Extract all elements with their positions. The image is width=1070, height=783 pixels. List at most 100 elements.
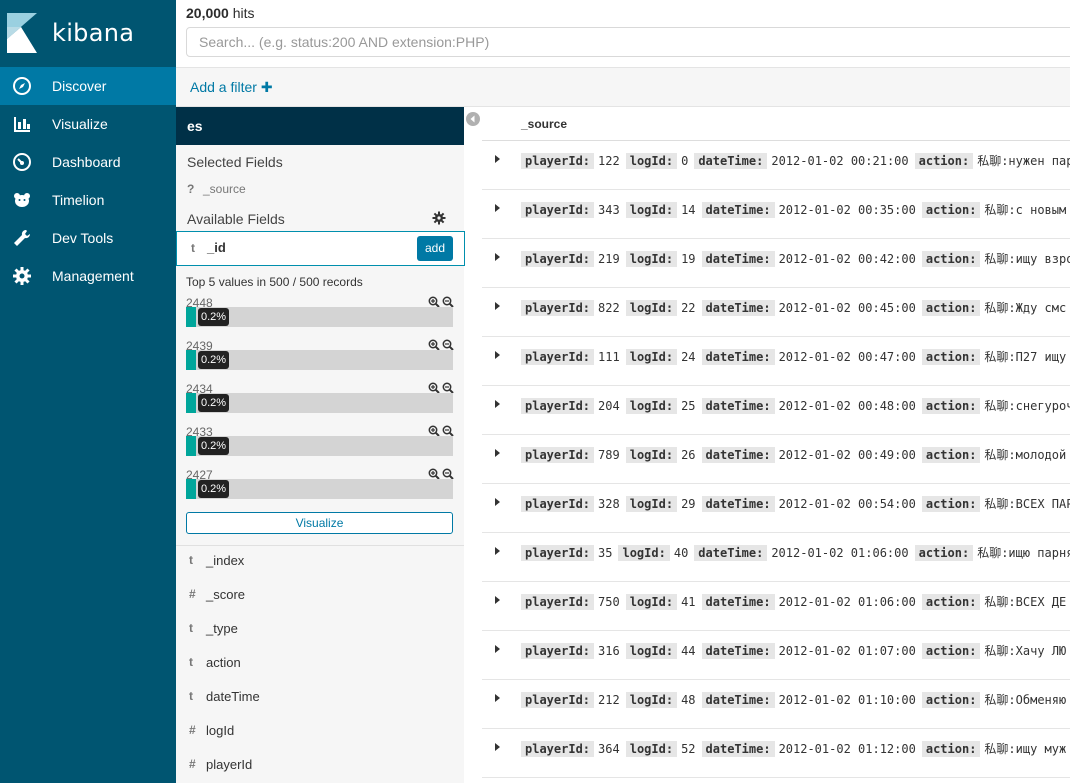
top-value-percent: 0.2% — [198, 308, 230, 326]
add-field-button[interactable]: add — [417, 236, 453, 261]
field-key: action: — [921, 202, 981, 218]
field-item-playerId[interactable]: # playerId — [176, 748, 464, 782]
field-item-type[interactable]: t _type — [176, 612, 464, 646]
field-key: playerId: — [521, 496, 595, 512]
kibana-logo-icon — [7, 13, 37, 53]
field-value: 2012-01-02 01:06:00 — [778, 595, 916, 609]
nav-item-dashboard[interactable]: Dashboard — [0, 143, 176, 181]
field-key: dateTime: — [701, 300, 775, 316]
field-value: 29 — [681, 497, 696, 511]
field-value: 2012-01-02 00:49:00 — [778, 448, 916, 462]
field-item-id[interactable]: t _id add — [176, 231, 465, 266]
expand-row-caret-icon[interactable] — [495, 694, 500, 702]
visualize-button[interactable]: Visualize — [186, 512, 453, 534]
string-type-icon: t — [189, 621, 193, 635]
nav-label: Discover — [52, 78, 107, 94]
timelion-bear-icon — [14, 193, 30, 207]
expand-row-caret-icon[interactable] — [495, 155, 500, 163]
field-key: action: — [921, 398, 981, 414]
field-key: action: — [921, 741, 981, 757]
expand-row-caret-icon[interactable] — [495, 253, 500, 261]
expand-row-caret-icon[interactable] — [495, 351, 500, 359]
string-type-icon: t — [189, 655, 193, 669]
field-item-action[interactable]: t action — [176, 646, 464, 680]
expand-row-caret-icon[interactable] — [495, 743, 500, 751]
field-key: playerId: — [521, 398, 595, 414]
top-value-percent: 0.2% — [198, 437, 230, 455]
field-value: 私聊:ВСЕХ ПАР — [984, 497, 1070, 511]
field-name: dateTime — [206, 689, 260, 704]
field-key: dateTime: — [701, 447, 775, 463]
field-key: dateTime: — [701, 643, 775, 659]
expand-row-caret-icon[interactable] — [495, 498, 500, 506]
field-value: 24 — [681, 350, 696, 364]
field-item-index[interactable]: t _index — [176, 544, 464, 578]
expand-row-caret-icon[interactable] — [495, 547, 500, 555]
field-key: action: — [921, 349, 981, 365]
field-value: 私聊:ищю парня — [977, 546, 1070, 560]
field-value: 2012-01-02 01:12:00 — [778, 742, 916, 756]
top-value-percent: 0.2% — [198, 394, 230, 412]
add-filter-button[interactable]: Add a filter ✚ — [190, 79, 273, 96]
field-name: _score — [206, 587, 246, 602]
field-value: 41 — [681, 595, 696, 609]
field-key: playerId: — [521, 545, 595, 561]
field-settings-gear-icon[interactable] — [432, 211, 446, 225]
field-value: 26 — [681, 448, 696, 462]
table-row: playerId: 204 logId: 25 dateTime: 2012-01-02 … — [482, 386, 1070, 435]
nav-label: Timelion — [52, 192, 105, 208]
source-summary: playerId: 750 logId: 41 dateTime: 2012-01-02 … — [521, 593, 1070, 610]
nav-item-management[interactable]: Management — [0, 257, 176, 295]
field-key: logId: — [625, 692, 678, 708]
nav-item-dev-tools[interactable]: Dev Tools — [0, 219, 176, 257]
field-value: 私聊:П27 ищу — [984, 350, 1067, 364]
source-summary: playerId: 111 logId: 24 dateTime: 2012-01-02 … — [521, 348, 1070, 365]
field-value: 2012-01-02 01:06:00 — [771, 546, 909, 560]
field-value: 316 — [598, 644, 620, 658]
top-value-item: 2427 0.2% — [186, 468, 454, 511]
search-input[interactable]: Search... (e.g. status:200 AND extension… — [186, 27, 1070, 57]
field-value: 44 — [681, 644, 696, 658]
expand-row-caret-icon[interactable] — [495, 302, 500, 310]
field-name: _id — [207, 240, 226, 255]
field-key: action: — [921, 251, 981, 267]
expand-row-caret-icon[interactable] — [495, 204, 500, 212]
field-value: 14 — [681, 203, 696, 217]
field-key: logId: — [625, 496, 678, 512]
field-item-dateTime[interactable]: t dateTime — [176, 680, 464, 714]
nav-label: Visualize — [52, 116, 108, 132]
nav-item-discover[interactable]: Discover — [0, 67, 176, 105]
field-value: 私聊:Обменяю — [984, 693, 1067, 707]
selected-fields-title: Selected Fields — [187, 154, 283, 170]
source-summary: playerId: 316 logId: 44 dateTime: 2012-01-02 … — [521, 642, 1070, 659]
expand-row-caret-icon[interactable] — [495, 449, 500, 457]
field-name: logId — [206, 723, 235, 738]
field-key: playerId: — [521, 594, 595, 610]
field-item-score[interactable]: # _score — [176, 578, 464, 612]
field-key: dateTime: — [694, 545, 768, 561]
expand-row-caret-icon[interactable] — [495, 400, 500, 408]
gear-icon — [13, 267, 31, 285]
field-value: 私聊:ищу взро — [984, 252, 1070, 266]
nav-item-visualize[interactable]: Visualize — [0, 105, 176, 143]
field-key: logId: — [625, 153, 678, 169]
expand-row-caret-icon[interactable] — [495, 645, 500, 653]
table-row: playerId: 316 logId: 44 dateTime: 2012-01-02 … — [482, 631, 1070, 680]
kibana-logo[interactable]: kibana — [0, 0, 176, 67]
expand-row-caret-icon[interactable] — [495, 596, 500, 604]
field-key: dateTime: — [701, 741, 775, 757]
nav-item-timelion[interactable]: Timelion — [0, 181, 176, 219]
field-value: 2012-01-02 01:07:00 — [778, 644, 916, 658]
field-item-logId[interactable]: # logId — [176, 714, 464, 748]
string-type-icon: t — [189, 689, 193, 703]
source-summary: playerId: 328 logId: 29 dateTime: 2012-01-02 … — [521, 495, 1070, 512]
collapse-sidebar-icon[interactable] — [466, 112, 480, 126]
source-summary: playerId: 343 logId: 14 dateTime: 2012-01-02 … — [521, 201, 1070, 218]
table-row: playerId: 219 logId: 19 dateTime: 2012-01-02 … — [482, 239, 1070, 288]
table-row: playerId: 750 logId: 41 dateTime: 2012-01-02 … — [482, 582, 1070, 631]
index-pattern-title[interactable]: es — [176, 107, 464, 145]
selected-field-source[interactable]: ? _source — [187, 182, 246, 196]
field-key: dateTime: — [701, 496, 775, 512]
field-value: 364 — [598, 742, 620, 756]
column-header-source[interactable]: _source — [521, 117, 567, 131]
